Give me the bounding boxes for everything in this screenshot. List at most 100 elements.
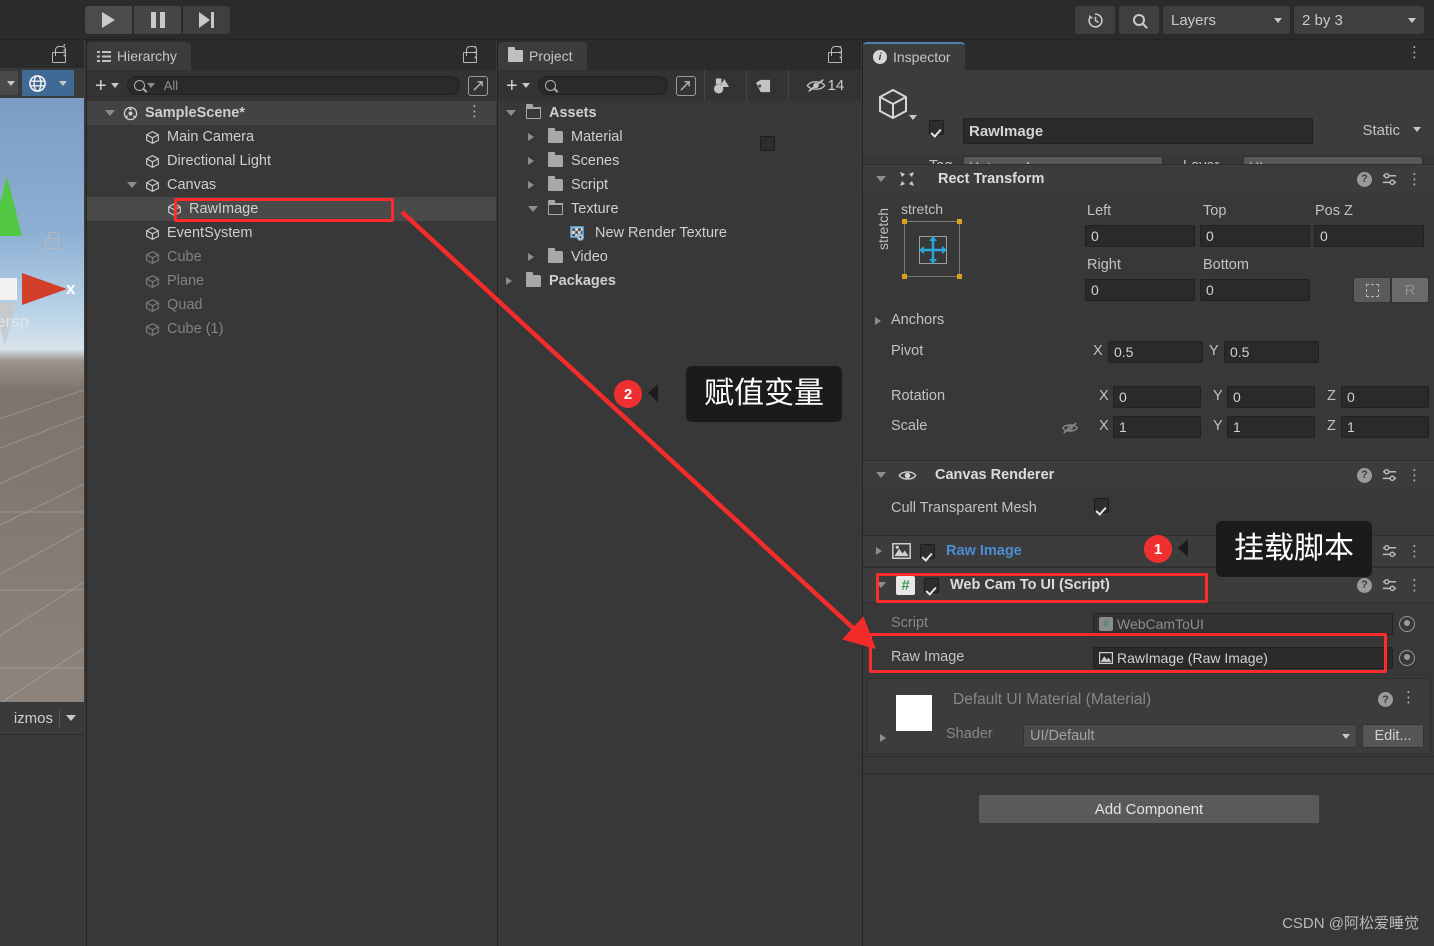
chevron-down-icon[interactable] bbox=[127, 182, 137, 188]
inspector-lock-icon[interactable] bbox=[827, 46, 842, 63]
scene-2d-gizmo-button[interactable] bbox=[22, 70, 52, 96]
chevron-right-icon[interactable] bbox=[506, 277, 512, 285]
expand-toggle[interactable] bbox=[528, 133, 548, 141]
rotation-z-input[interactable]: 0 bbox=[1341, 386, 1429, 408]
project-lock-icon[interactable] bbox=[462, 46, 477, 63]
chevron-down-icon[interactable] bbox=[66, 715, 76, 721]
anchor-preset-widget[interactable] bbox=[902, 219, 962, 279]
component-menu-icon[interactable]: ⋮ bbox=[1407, 578, 1422, 593]
tab-hierarchy[interactable]: Hierarchy bbox=[87, 42, 191, 70]
hierarchy-item-eventsystem[interactable]: EventSystem bbox=[87, 221, 496, 245]
expand-toggle[interactable] bbox=[528, 253, 548, 261]
top-input[interactable]: 0 bbox=[1200, 225, 1310, 247]
rotation-x-input[interactable]: 0 bbox=[1113, 386, 1201, 408]
raw-edit-toggle[interactable]: R bbox=[1391, 277, 1429, 303]
project-item-video[interactable]: Video bbox=[498, 245, 861, 269]
constrain-proportions-icon[interactable] bbox=[1061, 421, 1079, 435]
chevron-down-icon[interactable] bbox=[1413, 127, 1421, 132]
pause-button[interactable] bbox=[134, 6, 181, 34]
hierarchy-item-cube-1[interactable]: Cube (1) bbox=[87, 317, 496, 341]
raw-image-enabled-checkbox[interactable] bbox=[920, 543, 935, 559]
hierarchy-lock-icon[interactable] bbox=[51, 46, 66, 63]
project-item-assets[interactable]: Assets bbox=[498, 101, 861, 125]
scene-gizmo-dropdown[interactable] bbox=[52, 70, 74, 96]
chevron-down-icon[interactable] bbox=[506, 110, 516, 116]
search-button[interactable] bbox=[1119, 6, 1159, 34]
scale-z-input[interactable]: 1 bbox=[1341, 416, 1429, 438]
project-filter-label-button[interactable] bbox=[745, 70, 780, 101]
project-item-texture[interactable]: Texture bbox=[498, 197, 861, 221]
project-tree[interactable]: Assets Material Scenes Script Texture New Ren… bbox=[498, 101, 861, 946]
component-menu-icon[interactable]: ⋮ bbox=[1407, 172, 1422, 187]
shader-edit-button[interactable]: Edit... bbox=[1362, 724, 1424, 748]
project-search-input[interactable] bbox=[537, 76, 668, 95]
help-icon[interactable]: ? bbox=[1357, 171, 1372, 187]
scale-x-input[interactable]: 1 bbox=[1113, 416, 1201, 438]
hierarchy-item-main-camera[interactable]: Main Camera bbox=[87, 125, 496, 149]
project-item-material[interactable]: Material bbox=[498, 125, 861, 149]
gizmos-label[interactable]: izmos bbox=[14, 710, 53, 727]
scene-context-menu-icon[interactable]: ⋮ bbox=[467, 104, 482, 119]
chevron-down-icon[interactable] bbox=[876, 176, 886, 182]
help-icon[interactable]: ? bbox=[1357, 467, 1372, 483]
project-hidden-count[interactable]: 14 bbox=[787, 70, 861, 101]
material-expand-icon[interactable] bbox=[880, 734, 886, 742]
left-input[interactable]: 0 bbox=[1085, 225, 1195, 247]
play-button[interactable] bbox=[85, 6, 132, 34]
right-input[interactable]: 0 bbox=[1085, 279, 1195, 301]
layout-dropdown[interactable]: 2 by 3 bbox=[1294, 6, 1424, 34]
expand-toggle[interactable] bbox=[528, 157, 548, 165]
gameobject-dropdown-icon[interactable] bbox=[909, 115, 917, 120]
project-filter-type-button[interactable] bbox=[703, 70, 738, 101]
chevron-right-icon[interactable] bbox=[528, 253, 534, 261]
canvas-renderer-header[interactable]: Canvas Renderer ? ⋮ bbox=[863, 460, 1434, 490]
bottom-input[interactable]: 0 bbox=[1200, 279, 1310, 301]
tab-project[interactable]: Project bbox=[498, 42, 587, 70]
expand-toggle[interactable] bbox=[528, 181, 548, 189]
rawimage-object-picker[interactable] bbox=[1399, 650, 1415, 666]
layers-dropdown[interactable]: Layers bbox=[1163, 6, 1290, 34]
chevron-right-icon[interactable] bbox=[528, 157, 534, 165]
shader-dropdown[interactable]: UI/Default bbox=[1023, 724, 1357, 748]
help-icon[interactable]: ? bbox=[1357, 577, 1372, 593]
chevron-right-icon[interactable] bbox=[876, 547, 882, 555]
expand-toggle[interactable] bbox=[506, 110, 526, 116]
hierarchy-item-quad[interactable]: Quad bbox=[87, 293, 496, 317]
tab-inspector[interactable]: i Inspector bbox=[863, 42, 965, 70]
inspector-menu-icon[interactable]: ⋮ bbox=[1407, 45, 1422, 60]
scale-y-input[interactable]: 1 bbox=[1227, 416, 1315, 438]
preset-icon[interactable] bbox=[1382, 172, 1397, 187]
hierarchy-search-input[interactable]: All bbox=[126, 76, 460, 95]
hierarchy-tree[interactable]: SampleScene* ⋮ Main Camera Directional Ligh… bbox=[87, 101, 496, 946]
help-icon[interactable]: ? bbox=[1378, 692, 1393, 707]
chevron-right-icon[interactable] bbox=[528, 133, 534, 141]
project-add-button[interactable]: + bbox=[506, 76, 530, 96]
chevron-down-icon[interactable] bbox=[528, 206, 538, 212]
object-name-input[interactable]: RawImage bbox=[963, 118, 1313, 144]
scene-tool-dropdown[interactable] bbox=[0, 71, 18, 95]
expand-toggle[interactable] bbox=[506, 277, 526, 285]
hierarchy-item-directional-light[interactable]: Directional Light bbox=[87, 149, 496, 173]
component-menu-icon[interactable]: ⋮ bbox=[1407, 544, 1422, 559]
pivot-y-input[interactable]: 0.5 bbox=[1224, 341, 1319, 363]
preset-icon[interactable] bbox=[1382, 468, 1397, 483]
expand-toggle[interactable] bbox=[105, 110, 123, 116]
hierarchy-item-canvas[interactable]: Canvas bbox=[87, 173, 496, 197]
scene-lock-icon[interactable] bbox=[44, 232, 59, 249]
undo-history-button[interactable] bbox=[1075, 6, 1115, 34]
hierarchy-search-save-button[interactable] bbox=[468, 75, 488, 96]
project-item-new-render-texture[interactable]: New Render Texture bbox=[498, 221, 861, 245]
project-item-packages[interactable]: Packages bbox=[498, 269, 861, 293]
pivot-x-input[interactable]: 0.5 bbox=[1108, 341, 1203, 363]
project-item-scenes[interactable]: Scenes bbox=[498, 149, 861, 173]
expand-toggle[interactable] bbox=[528, 206, 548, 212]
script-reference-field[interactable]: # WebCamToUI bbox=[1093, 613, 1393, 635]
step-button[interactable] bbox=[183, 6, 230, 34]
project-search-save-button[interactable] bbox=[675, 75, 696, 96]
preset-icon[interactable] bbox=[1382, 578, 1397, 593]
blueprint-mode-toggle[interactable] bbox=[1353, 277, 1391, 303]
project-item-script[interactable]: Script bbox=[498, 173, 861, 197]
chevron-down-icon[interactable] bbox=[105, 110, 115, 116]
expand-toggle[interactable] bbox=[127, 182, 145, 188]
chevron-right-icon[interactable] bbox=[528, 181, 534, 189]
